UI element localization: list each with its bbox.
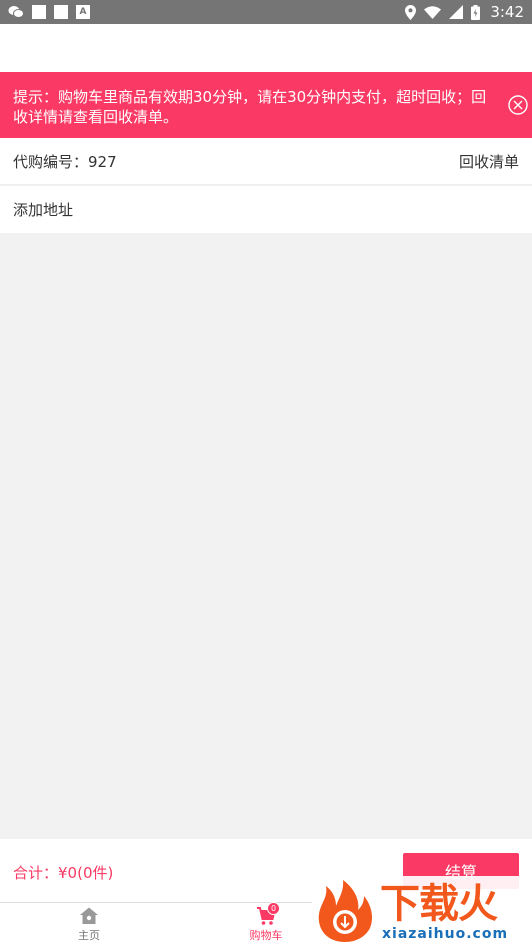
status-time: 3:42: [490, 3, 524, 21]
watermark-url: xiazaihuo.com: [382, 926, 509, 942]
tab-home-label: 主页: [78, 929, 100, 942]
flame-logo-icon: [318, 880, 372, 942]
status-bar-right: 3:42: [405, 3, 524, 21]
notice-text: 提示：购物车里商品有效期30分钟，请在30分钟内支付，超时回收；回收详情请查看回…: [13, 88, 487, 126]
close-circle-icon[interactable]: [508, 95, 528, 115]
app-bar: [0, 24, 532, 72]
wechat-icon: [8, 6, 24, 18]
add-address-label: 添加地址: [13, 201, 74, 219]
wifi-icon: [424, 5, 442, 19]
location-icon: [405, 4, 417, 20]
cart-icon-wrap: 0: [256, 902, 280, 926]
order-number-label: 代购编号：927: [13, 152, 117, 171]
a-icon: A: [76, 5, 90, 19]
recycle-list-link[interactable]: 回收清单: [459, 151, 519, 172]
signal-icon: [449, 5, 464, 19]
status-bar: A 3:42: [0, 0, 532, 24]
watermark-logo: 下载火 xiazaihuo.com: [312, 876, 532, 946]
watermark-title: 下载火: [380, 881, 498, 927]
home-icon: [80, 907, 98, 924]
total-amount: 合计：¥0(0件): [13, 864, 114, 882]
notification-square-icon: [54, 5, 68, 19]
battery-icon: [471, 4, 481, 20]
tab-cart-label: 购物车: [249, 929, 283, 942]
expiry-notice-banner: 提示：购物车里商品有效期30分钟，请在30分钟内支付，超时回收；回收详情请查看回…: [0, 72, 532, 138]
cart-count-badge: 0: [267, 902, 280, 915]
order-number-row: 代购编号：927 回收清单: [0, 138, 532, 185]
add-address-row[interactable]: 添加地址: [0, 186, 532, 233]
status-bar-left: A: [8, 5, 90, 19]
tab-home[interactable]: 主页: [0, 903, 178, 946]
notification-square-icon: [32, 5, 46, 19]
